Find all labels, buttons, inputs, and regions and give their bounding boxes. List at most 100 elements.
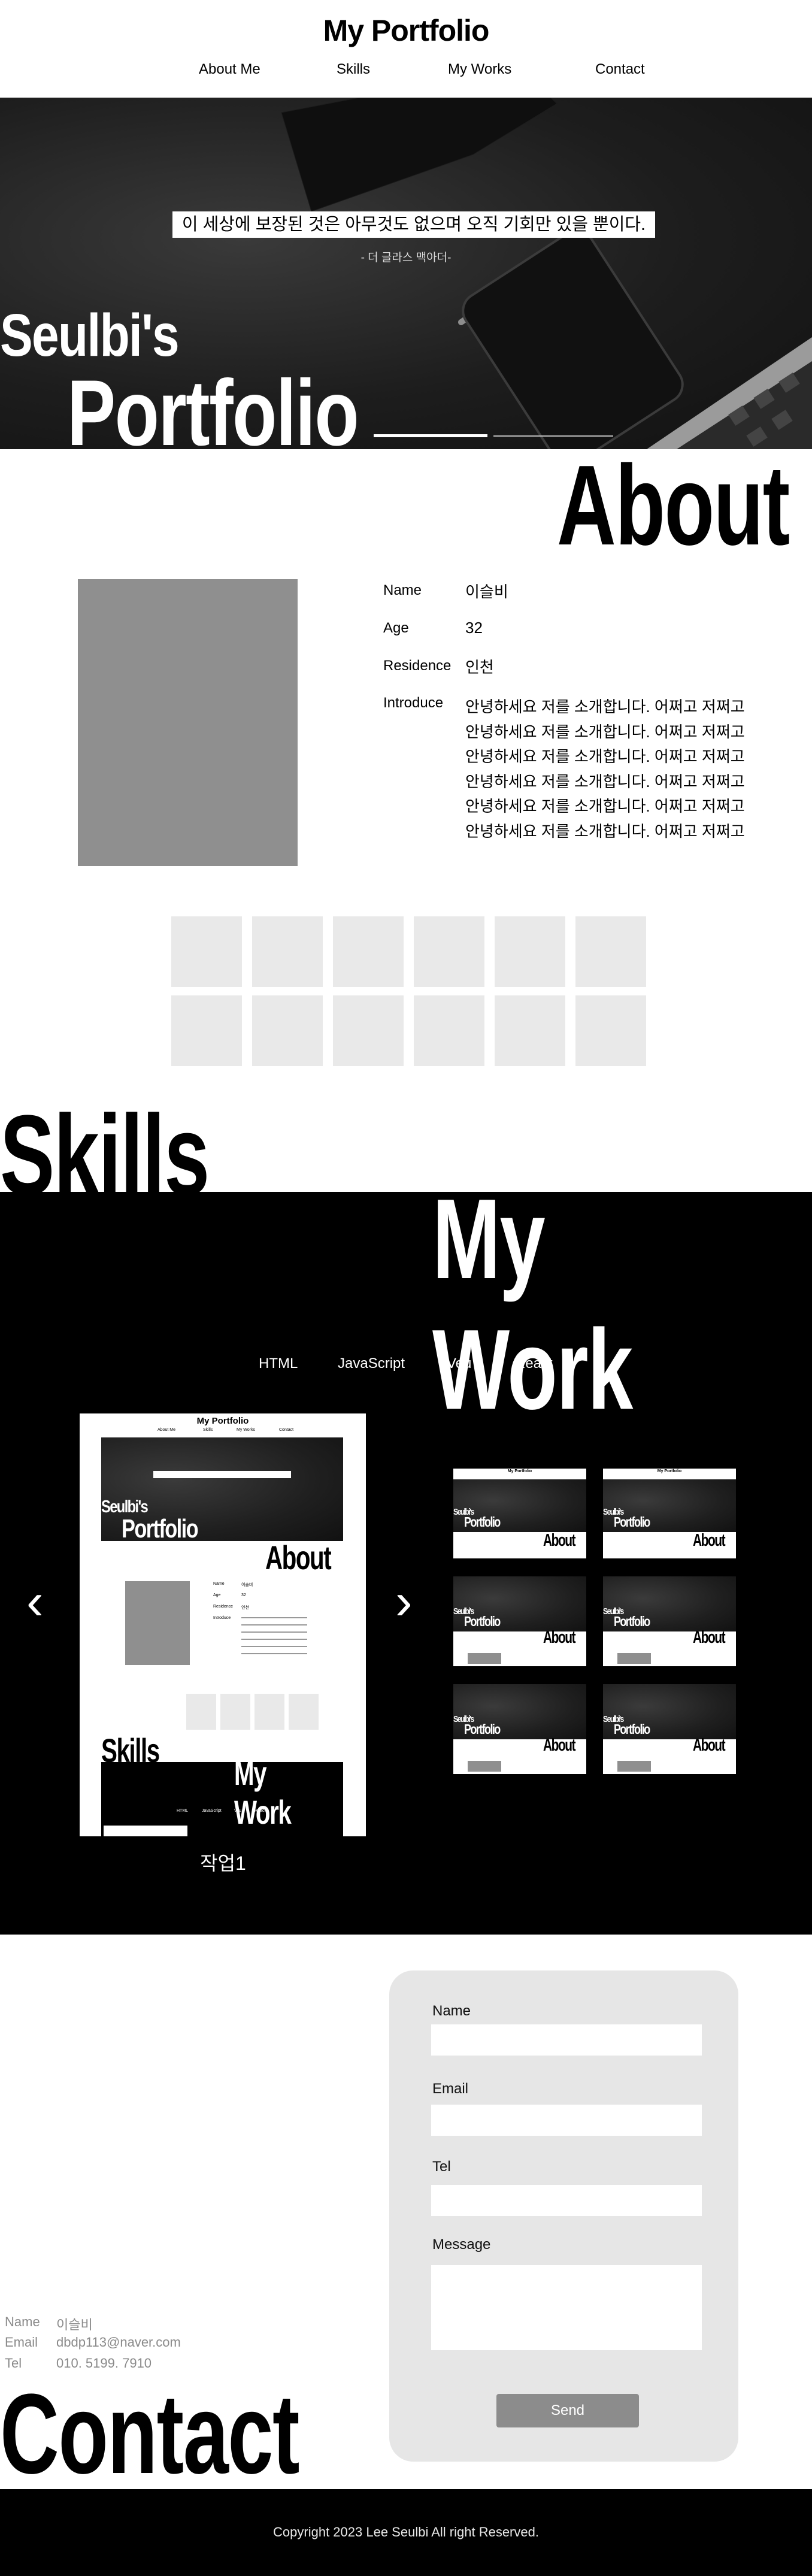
work-caption: 작업1 xyxy=(200,1852,246,1874)
thumb-hero: Seulbi's Portfolio xyxy=(453,1479,586,1532)
mini-label: Residence xyxy=(213,1605,234,1609)
thumb-about: About xyxy=(543,1736,576,1755)
contact-info-key: Email xyxy=(5,2335,38,2350)
skill-tile xyxy=(575,916,646,987)
thumb-title: My Portfolio xyxy=(657,1469,682,1473)
mini-label: Introduce xyxy=(213,1616,231,1620)
info-value-age: 32 xyxy=(465,619,483,637)
work-tab-react[interactable]: React xyxy=(515,1355,553,1372)
work-thumbnail[interactable]: Seulbi's Portfolio About xyxy=(603,1684,736,1774)
work-thumbnail[interactable]: Seulbi's Portfolio About xyxy=(603,1576,736,1666)
skill-tile xyxy=(414,995,484,1066)
skill-tile xyxy=(575,995,646,1066)
contact-info-key: Name xyxy=(5,2314,40,2329)
tel-field[interactable] xyxy=(431,2185,702,2216)
thumb-hero: Seulbi's Portfolio xyxy=(603,1684,736,1739)
thumb-about: About xyxy=(693,1531,726,1550)
thumb-hero: Seulbi's Portfolio xyxy=(453,1576,586,1631)
copyright-text: Copyright 2023 Lee Seulbi All right Rese… xyxy=(273,2524,539,2539)
skill-tile xyxy=(495,916,565,987)
info-label-name: Name xyxy=(383,582,422,598)
thumb-title: My Portfolio xyxy=(507,1469,532,1473)
site-title[interactable]: My Portfolio xyxy=(0,13,812,48)
mini-nav-item: My Works xyxy=(237,1428,255,1432)
mini-quote xyxy=(153,1471,291,1478)
mini-card xyxy=(104,1826,187,1836)
info-label-introduce: Introduce xyxy=(383,695,444,711)
mini-skill-tile xyxy=(254,1694,284,1730)
thumb-about: About xyxy=(543,1531,576,1550)
thumb-title-line2: Portfolio xyxy=(464,1514,501,1530)
skill-tile xyxy=(333,995,404,1066)
mini-photo xyxy=(125,1581,190,1665)
work-thumbnail[interactable]: Seulbi's Portfolio About xyxy=(453,1576,586,1666)
thumb-title-line2: Portfolio xyxy=(464,1721,501,1737)
form-label-name: Name xyxy=(432,2003,471,2019)
nav-my-works[interactable]: My Works xyxy=(448,61,511,78)
info-label-age: Age xyxy=(383,620,409,636)
skill-tile xyxy=(252,916,323,987)
thumb-title-line2: Portfolio xyxy=(614,1614,650,1629)
send-button[interactable]: Send xyxy=(496,2394,639,2427)
mini-nav-item: Skills xyxy=(203,1428,213,1432)
about-section-title: About xyxy=(557,442,790,569)
contact-section-title: Contact xyxy=(0,2371,300,2498)
mini-label: Age xyxy=(213,1593,221,1597)
mini-about-title: About xyxy=(265,1539,332,1576)
introduce-text: 안녕하세요 저를 소개합니다. 어쩌고 저쩌고 안녕하세요 저를 소개합니다. … xyxy=(465,698,745,840)
thumb-title-line2: Portfolio xyxy=(464,1614,501,1629)
thumb-hero: Seulbi's Portfolio xyxy=(603,1576,736,1631)
info-value-name: 이슬비 xyxy=(465,583,508,601)
skill-tile xyxy=(333,916,404,987)
form-label-tel: Tel xyxy=(432,2159,451,2175)
mini-site-title: My Portfolio xyxy=(196,1416,249,1426)
email-field[interactable] xyxy=(431,2105,702,2136)
work-tab-javascript[interactable]: JavaScript xyxy=(338,1355,405,1372)
info-value-residence: 인천 xyxy=(465,658,494,676)
thumb-photo xyxy=(617,1653,651,1664)
work-tab-html[interactable]: HTML xyxy=(259,1355,298,1372)
mini-skill-tile xyxy=(289,1694,319,1730)
nav-about-me[interactable]: About Me xyxy=(199,61,260,78)
thumb-title-line2: Portfolio xyxy=(614,1514,650,1530)
mini-hero: Seulbi's Portfolio xyxy=(101,1437,343,1543)
skill-tile xyxy=(252,995,323,1066)
mini-value: 32 xyxy=(241,1593,246,1597)
hero-slide-indicator[interactable] xyxy=(493,435,613,437)
thumb-photo xyxy=(468,1761,501,1772)
site-header: My Portfolio About Me Skills My Works Co… xyxy=(0,0,812,98)
thumb-photo xyxy=(617,1761,651,1772)
nav-skills[interactable]: Skills xyxy=(337,61,370,78)
hero-slide-indicator-active[interactable] xyxy=(374,434,487,437)
mini-value: 이슬비 xyxy=(241,1583,253,1587)
mini-tab: Veu xyxy=(234,1809,242,1813)
hero-title-line2: Portfolio xyxy=(67,361,359,449)
work-tab-veu[interactable]: Veu xyxy=(447,1355,471,1372)
skill-tile xyxy=(171,995,242,1066)
thumb-hero: Seulbi's Portfolio xyxy=(453,1684,586,1739)
hero-quote-author: - 더 글라스 맥아더- xyxy=(360,252,452,264)
work-prev-arrow[interactable]: ‹ xyxy=(26,1572,44,1631)
work-preview[interactable]: My Portfolio About Me Skills My Works Co… xyxy=(80,1413,366,1836)
work-thumbnail[interactable]: My Portfolio Seulbi's Portfolio About xyxy=(453,1469,586,1558)
thumb-hero: Seulbi's Portfolio xyxy=(603,1479,736,1532)
message-field[interactable] xyxy=(431,2265,702,2350)
contact-info-email[interactable]: dbdp113@naver.com xyxy=(56,2335,181,2350)
hero-quote: 이 세상에 보장된 것은 아무것도 없으며 오직 기회만 있을 뿐이다. xyxy=(172,211,655,238)
mini-nav-item: About Me xyxy=(157,1428,175,1432)
thumb-about: About xyxy=(543,1628,576,1647)
work-thumbnail[interactable]: Seulbi's Portfolio About xyxy=(453,1684,586,1774)
skills-section-title: Skills xyxy=(0,1092,210,1219)
name-field[interactable] xyxy=(431,2024,702,2056)
thumb-about: About xyxy=(693,1628,726,1647)
skill-tile xyxy=(495,995,565,1066)
skill-tile xyxy=(414,916,484,987)
work-next-arrow[interactable]: › xyxy=(395,1572,413,1631)
mini-skill-tile xyxy=(186,1694,216,1730)
nav-contact[interactable]: Contact xyxy=(595,61,645,78)
mini-tab: React xyxy=(254,1809,266,1813)
work-thumbnail[interactable]: My Portfolio Seulbi's Portfolio About xyxy=(603,1469,736,1558)
thumb-photo xyxy=(468,1653,501,1664)
mini-tab: JavaScript xyxy=(202,1809,222,1813)
mini-title-line2: Portfolio xyxy=(122,1514,199,1543)
